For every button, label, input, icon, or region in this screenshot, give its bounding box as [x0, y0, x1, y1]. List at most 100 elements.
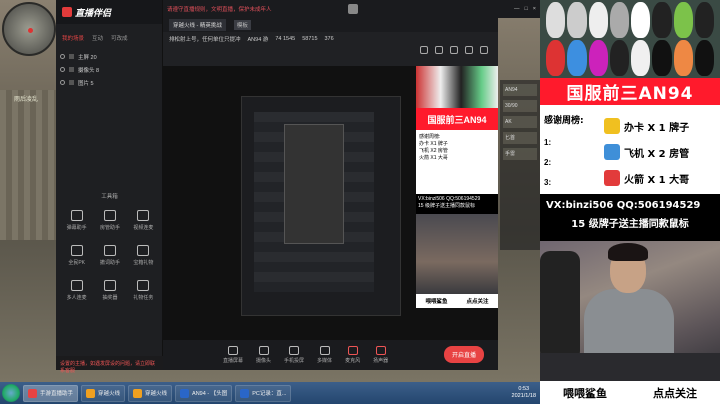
screen-capture-button[interactable]: 直播屏幕: [223, 346, 243, 364]
tab-scenes[interactable]: 我的场景: [62, 34, 84, 42]
stat: AN94 游: [247, 37, 269, 43]
taskbar-item[interactable]: PC记录：直...: [235, 384, 292, 402]
nested-preview-deep: [284, 124, 344, 244]
camera-button[interactable]: 摄像头: [256, 346, 271, 364]
eye-icon[interactable]: [60, 67, 65, 72]
webcam-feed: [540, 241, 720, 381]
notice-text: 请遵守直播规则，文明直播，保护未成年人: [167, 7, 272, 13]
phone-cast-button[interactable]: 手机投屏: [284, 346, 304, 364]
fullscreen-icon[interactable]: [480, 46, 488, 54]
streamer-hair: [608, 243, 648, 261]
scene-label: 摄像头 8: [78, 67, 100, 74]
close-button[interactable]: ×: [533, 6, 536, 12]
mini-gift: 火箭 X1 大哥: [419, 155, 448, 161]
scene-item[interactable]: 摄像头 8: [60, 63, 158, 76]
tool-words[interactable]: 撤词助手: [93, 245, 126, 266]
hud-row: AN94: [503, 84, 537, 96]
mouse-image: [588, 40, 608, 76]
speaker-button[interactable]: 扬声器: [373, 346, 388, 364]
minimize-button[interactable]: —: [514, 6, 520, 12]
stat: 58715: [302, 36, 318, 42]
clock-time: 0:53: [518, 386, 530, 392]
scene-list: 主屏 20 摄像头 8 图片 5: [56, 46, 162, 93]
tool-label: 全民PK: [68, 260, 85, 266]
button-label: 麦克风: [345, 358, 361, 364]
tool-giftbox[interactable]: 宝箱礼物: [127, 245, 160, 266]
gift-text: 办卡 X 1 牌子: [624, 122, 690, 134]
footer-left: 喂喂鲨鱼: [563, 386, 607, 400]
mouse-image: [652, 40, 672, 76]
copy-icon[interactable]: [435, 46, 443, 54]
tool-label: 宝箱礼物: [133, 260, 154, 266]
tool-label: 弹幕助手: [66, 225, 87, 231]
mini-thanks: 感谢周榜: 办卡 X1 牌子 飞机 X2 房管 火箭 X1 大哥: [416, 130, 498, 194]
app-icon: [240, 388, 250, 398]
layout-icon[interactable]: [420, 46, 428, 54]
microphone-button[interactable]: 麦克风: [345, 346, 360, 364]
gift-tier: 办卡 X 1 牌子: [604, 113, 689, 139]
media-icon: [319, 346, 330, 355]
tool-video-link[interactable]: 视频连麦: [127, 210, 160, 231]
mouse-image: [631, 40, 651, 76]
scene-label: 图片 5: [78, 80, 94, 87]
tool-label: 礼物任务: [133, 295, 154, 301]
tab-interact[interactable]: 互动: [92, 34, 103, 42]
tool-multi-link[interactable]: 多人连麦: [60, 280, 93, 301]
stream-overlay: 国服前三AN94 感谢周榜: 1: 2: 3: 办卡 X 1 牌子 飞机 X 2…: [540, 0, 720, 404]
settings-icon[interactable]: [465, 46, 473, 54]
clock-date: 2021/1/18: [511, 393, 536, 399]
hud-row: 手雷: [503, 148, 537, 160]
template-badge[interactable]: 模板: [233, 20, 251, 30]
tool-label: 房管助手: [99, 225, 120, 231]
mini-thanks-label: 感谢周榜:: [419, 134, 441, 140]
app-topbar: 请遵守直播规则，文明直播，保护未成年人 — □ ×: [163, 0, 540, 18]
lock-icon[interactable]: [69, 80, 74, 85]
eye-icon[interactable]: [60, 80, 65, 85]
people-icon: [70, 280, 83, 291]
avatar[interactable]: [347, 4, 358, 14]
desk: [540, 353, 720, 381]
eye-icon[interactable]: [60, 54, 65, 59]
mouse-image: [673, 40, 693, 76]
footer-right: 点点关注: [653, 386, 697, 400]
stream-title[interactable]: 排松射上号，任何单位只提冲: [169, 35, 241, 43]
preview-subheader: 排松射上号，任何单位只提冲 AN94 游 74 1545 58715 376: [163, 32, 498, 46]
minimap: [2, 2, 56, 56]
go-live-button[interactable]: 开启直播: [443, 346, 484, 363]
hud-row: AK: [503, 116, 537, 128]
tool-gift-task[interactable]: 礼物任务: [127, 280, 160, 301]
stat: 74 1545: [275, 36, 296, 42]
tool-pk[interactable]: 全民PK: [60, 245, 93, 266]
media-button[interactable]: 多媒体: [317, 346, 332, 364]
taskbar-item[interactable]: 穿越火线: [128, 384, 173, 402]
scene-item[interactable]: 图片 5: [60, 76, 158, 89]
stat: 376: [324, 36, 334, 42]
share-icon[interactable]: [450, 46, 458, 54]
stream-title-banner: 国服前三AN94: [540, 78, 720, 105]
tool-lottery[interactable]: 抽奖器: [93, 280, 126, 301]
button-label: 扬声器: [373, 358, 389, 364]
app-icon: [86, 388, 96, 398]
pk-icon: [70, 245, 83, 256]
start-button[interactable]: [2, 384, 20, 402]
streamer-body: [584, 289, 674, 359]
mini-stream-composite: 国服前三AN94 感谢周榜: 办卡 X1 牌子 飞机 X2 房管 火箭 X1 大…: [416, 66, 498, 340]
app-status-bar: 设置的主播，如遇发屏设的问题，请立即联系客服: [56, 356, 163, 374]
taskbar-item[interactable]: 穿越火线: [81, 384, 126, 402]
tool-danmu[interactable]: 弹幕助手: [60, 210, 93, 231]
room-title[interactable]: 穿越火线 - 精英挑战: [169, 19, 226, 31]
taskbar-item[interactable]: AN94 - 【头图: [175, 384, 233, 402]
tool-room-admin[interactable]: 房管助手: [93, 210, 126, 231]
lock-icon[interactable]: [69, 54, 74, 59]
nested-preview: [241, 96, 401, 316]
lock-icon[interactable]: [69, 67, 74, 72]
tab-edit[interactable]: 可改成: [111, 34, 128, 42]
maximize-button[interactable]: □: [524, 6, 527, 12]
system-clock[interactable]: 0:53 2021/1/18: [512, 386, 540, 400]
promo-line: 15 级牌子送主播同款鼠标: [571, 219, 689, 230]
tool-label: 抽奖器: [102, 295, 118, 301]
plane-icon: [604, 144, 620, 160]
scene-item[interactable]: 主屏 20: [60, 50, 158, 63]
mouse-image: [609, 40, 629, 76]
taskbar-item[interactable]: 手游直播助手: [23, 384, 79, 402]
